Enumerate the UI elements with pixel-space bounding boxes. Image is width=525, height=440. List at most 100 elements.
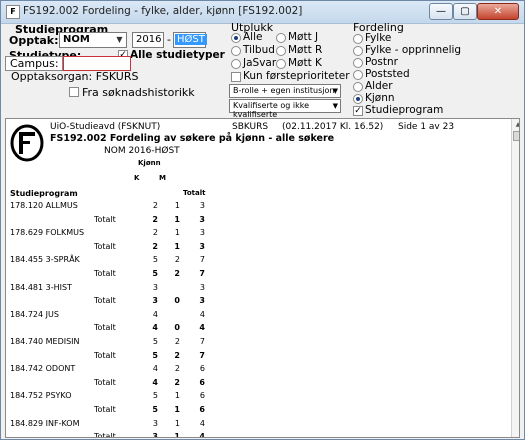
year-value: 2016: [136, 34, 162, 45]
radio-utplukk-jasvar[interactable]: [231, 59, 241, 69]
cell-k: 5: [152, 255, 158, 265]
utplukk-option-label: Møtt K: [288, 57, 322, 69]
maximize-button[interactable]: ▢: [453, 3, 477, 20]
fra-soknadshistorikk-label: Fra søknadshistorikk: [82, 86, 195, 99]
program-name: 184.752 PSYKO: [10, 391, 72, 401]
campus-label-box: Campus:: [5, 56, 63, 71]
cell-m: 1: [174, 391, 180, 401]
total-cell-tm: 1: [174, 214, 180, 224]
total-cell-tt: 6: [199, 405, 205, 414]
cell-total: 4: [199, 418, 205, 428]
kvalifisert-dropdown[interactable]: Kvalifiserte og ikke kvalifiserte ▼: [229, 99, 341, 119]
utplukk-option-label: JaSvar: [243, 57, 277, 69]
close-button[interactable]: ✕: [477, 3, 519, 20]
radio-fordeling-poststed[interactable]: [353, 70, 363, 80]
year-input[interactable]: 2016: [132, 32, 164, 48]
opptak-select[interactable]: NOM ▼: [59, 32, 127, 48]
campus-input[interactable]: [63, 56, 131, 71]
fordeling-option-label: Postnr: [365, 56, 398, 68]
radio-fordeling-alder[interactable]: [353, 82, 363, 92]
cell-m: 2: [174, 337, 180, 346]
alle-studietyper-label: Alle studietyper: [130, 49, 225, 61]
year-term-separator: -: [167, 33, 171, 46]
kun-forsteprioriteter-checkbox[interactable]: [231, 72, 241, 82]
fordeling-option-label: Alder: [365, 80, 393, 92]
radio-fordeling-kjonn[interactable]: [353, 94, 363, 104]
radio-fordeling-fylke-opprinnelig[interactable]: [353, 46, 363, 56]
cell-k: 2: [152, 201, 158, 210]
radio-fordeling-postnr[interactable]: [353, 58, 363, 68]
total-cell-tt: 4: [199, 432, 205, 438]
cell-k: 3: [152, 282, 158, 292]
cell-total: 3: [199, 282, 205, 292]
cell-k: 5: [152, 391, 158, 401]
program-name: 178.629 FOLKMUS: [10, 228, 85, 238]
term-value: HØST: [175, 34, 207, 45]
col-m-header: M: [159, 174, 166, 182]
radio-fordeling-fylke[interactable]: [353, 34, 363, 44]
cell-k: 2: [152, 228, 158, 238]
program-name: 184.829 INF-KOM: [10, 418, 80, 428]
col-k-header: K: [134, 174, 140, 182]
totalt-row-label: Totalt: [94, 432, 116, 438]
total-cell-tm: 1: [174, 432, 180, 438]
cell-m: 1: [174, 201, 180, 210]
fordeling-option-label: Kjønn: [365, 92, 395, 104]
total-cell-tk: 5: [152, 405, 158, 414]
cell-k: 4: [152, 364, 158, 374]
total-cell-tk: 4: [152, 377, 158, 387]
opptaksorgan-label: Opptaksorgan: FSKURS: [11, 70, 139, 83]
studieprogram-checkbox[interactable]: ✓: [353, 106, 363, 116]
campus-label: Campus:: [10, 57, 59, 70]
radio-utplukk-mott-r[interactable]: [276, 46, 286, 56]
totalt-row-label: Totalt: [94, 323, 116, 333]
term-input[interactable]: HØST: [173, 32, 207, 48]
program-name: 184.455 3-SPRÅK: [10, 255, 80, 265]
totalt-row-label: Totalt: [94, 377, 116, 387]
cell-m: 1: [174, 418, 180, 428]
cell-m: 1: [174, 228, 180, 238]
total-cell-tt: 3: [199, 296, 205, 306]
radio-utplukk-tilbud[interactable]: [231, 46, 241, 56]
totalt-row-label: Totalt: [94, 214, 116, 224]
radio-utplukk-mott-k[interactable]: [276, 59, 286, 69]
totalt-row-label: Totalt: [94, 269, 116, 278]
minimize-button[interactable]: —: [429, 3, 453, 20]
total-cell-tm: 0: [174, 323, 180, 333]
radio-utplukk-mott-j[interactable]: [276, 33, 286, 43]
cell-m: 2: [174, 364, 180, 374]
total-cell-tm: 2: [174, 377, 180, 387]
vertical-scrollbar[interactable]: ▲: [511, 119, 519, 437]
total-cell-tm: 0: [174, 296, 180, 306]
rolle-dropdown-value: B-rolle + egen institusjon: [233, 86, 335, 95]
window-title: FS192.002 Fordeling - fylke, alder, kjøn…: [23, 5, 303, 17]
program-name: 178.120 ALLMUS: [10, 201, 78, 210]
scroll-up-icon[interactable]: ▲: [514, 121, 519, 129]
report-institution: UiO-Studieavd (FSKNUT): [50, 122, 161, 132]
radio-utplukk-alle[interactable]: [231, 33, 241, 43]
cell-m: 2: [174, 255, 180, 265]
kun-forsteprioriteter-label: Kun førsteprioriteter: [243, 70, 350, 82]
chevron-down-icon: ▼: [332, 102, 338, 110]
fra-soknadshistorikk-checkbox[interactable]: [69, 87, 79, 97]
total-cell-tk: 3: [152, 296, 158, 306]
report-title: FS192.002 Fordeling av søkere på kjønn -…: [50, 133, 335, 144]
program-name: 184.742 ODONT: [10, 364, 76, 374]
total-cell-tt: 4: [199, 323, 205, 333]
rolle-dropdown[interactable]: B-rolle + egen institusjon ▼: [229, 84, 341, 98]
total-cell-tm: 2: [174, 269, 180, 278]
cell-total: 7: [199, 255, 205, 265]
cell-total: 7: [199, 337, 205, 346]
totalt-row-label: Totalt: [94, 241, 116, 251]
cell-total: 3: [199, 201, 205, 210]
cell-total: 4: [199, 309, 205, 319]
utplukk-option-label: Møtt R: [288, 44, 323, 56]
totalt-row-label: Totalt: [94, 296, 116, 306]
cell-k: 4: [152, 309, 158, 319]
scroll-thumb[interactable]: [513, 131, 519, 141]
program-name: 184.481 3-HIST: [10, 282, 72, 292]
report-viewer[interactable]: UiO-Studieavd (FSKNUT) SBKURS (02.11.201…: [5, 118, 520, 438]
studieprogram-row-header: Studieprogram: [10, 189, 78, 198]
kjonn-column-header: Kjønn: [138, 159, 161, 167]
utplukk-option-label: Møtt J: [288, 31, 319, 43]
